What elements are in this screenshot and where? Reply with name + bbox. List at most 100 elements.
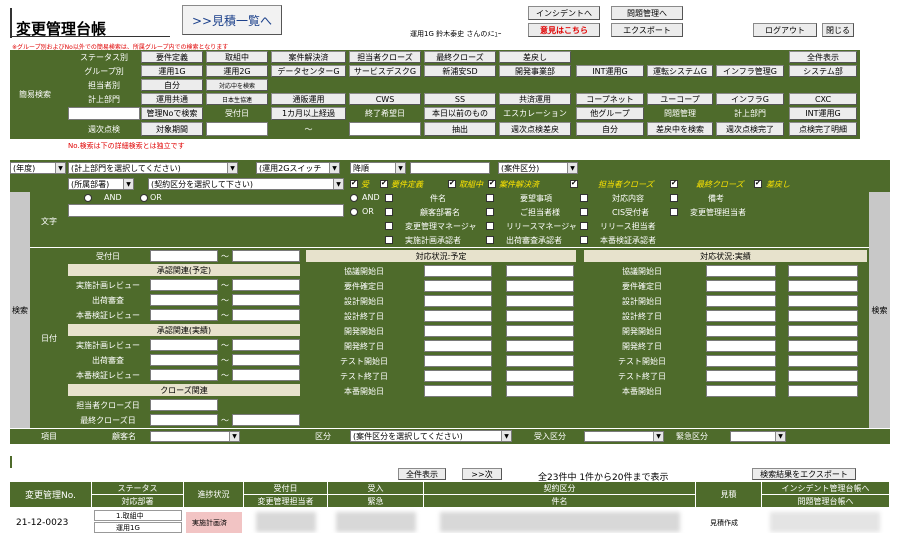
group-btn-ops1[interactable]: 運用1G: [141, 65, 203, 77]
final-close-from[interactable]: [150, 414, 218, 426]
group-btn-infra[interactable]: インフラ管理G: [716, 65, 784, 77]
plan-review-actual-to[interactable]: [232, 339, 300, 351]
review-done-detail-button[interactable]: 点検完了明細: [789, 122, 857, 136]
field-check-13[interactable]: [486, 236, 494, 244]
order-input[interactable]: [410, 162, 490, 174]
or-radio[interactable]: [140, 194, 148, 202]
year-select[interactable]: (年度) ▼: [10, 162, 66, 174]
other-group-button[interactable]: 他グループ: [576, 107, 644, 120]
field-check-3[interactable]: [580, 194, 588, 202]
status-btn-resolved[interactable]: 案件解決済: [271, 51, 346, 63]
actual-from-7[interactable]: [706, 370, 776, 382]
actual-from-3[interactable]: [706, 310, 776, 322]
status-btn-returned[interactable]: 差戻し: [499, 51, 571, 63]
actual-to-1[interactable]: [788, 280, 858, 292]
order-select[interactable]: 降順 ▼: [350, 162, 406, 174]
affiliation-select[interactable]: (所属部署) ▼: [68, 178, 134, 190]
planned-to-5[interactable]: [506, 340, 574, 352]
planned-to-3[interactable]: [506, 310, 574, 322]
assignee-self-button[interactable]: 自分: [141, 79, 203, 91]
dept-btn-coopnet[interactable]: コープネット: [576, 93, 644, 105]
actual-from-8[interactable]: [706, 385, 776, 397]
search-returned-button[interactable]: 差戻中を検索: [647, 122, 713, 136]
status-btn-assignee-close[interactable]: 担当者クローズ: [349, 51, 421, 63]
status-btn-requirements[interactable]: 要件定義: [141, 51, 203, 63]
planned-to-0[interactable]: [506, 265, 574, 277]
field-check-1[interactable]: [385, 194, 393, 202]
plan-review-actual-from[interactable]: [150, 339, 218, 351]
ship-review-actual-to[interactable]: [232, 354, 300, 366]
field-check-11[interactable]: [580, 222, 588, 230]
dept-btn-cxc[interactable]: CXC: [789, 93, 857, 105]
dept-btn-kyosai[interactable]: 共済運用: [499, 93, 571, 105]
logout-button[interactable]: ログアウト: [753, 23, 817, 37]
field-check-9[interactable]: [385, 222, 393, 230]
show-all-button[interactable]: 全件表示: [789, 51, 857, 63]
results-export-button[interactable]: 検索結果をエクスポート: [752, 468, 856, 480]
target-period-button[interactable]: 対象期間: [141, 122, 203, 136]
planned-from-4[interactable]: [424, 325, 492, 337]
incident-button[interactable]: インシデントへ: [528, 6, 600, 20]
ship-review-from[interactable]: [150, 294, 218, 306]
prod-review-actual-to[interactable]: [232, 369, 300, 381]
dept-select[interactable]: (計上部門を選択してください) ▼: [68, 162, 238, 174]
actual-from-4[interactable]: [706, 325, 776, 337]
weekly-done-button[interactable]: 週次点検完了: [716, 122, 784, 136]
actual-to-2[interactable]: [788, 295, 858, 307]
receive-type-select[interactable]: ▼: [584, 431, 664, 442]
planned-to-6[interactable]: [506, 355, 574, 367]
field-check-10[interactable]: [486, 222, 494, 230]
group-btn-datacenter[interactable]: データセンターG: [271, 65, 346, 77]
planned-from-3[interactable]: [424, 310, 492, 322]
self-button-2[interactable]: 自分: [576, 122, 644, 136]
check-in-progress[interactable]: [448, 179, 456, 188]
weekly-review-return-button[interactable]: 週次点検差戻: [499, 122, 571, 136]
actual-to-0[interactable]: [788, 265, 858, 277]
field-check-2[interactable]: [486, 194, 494, 202]
dept-btn-jccu[interactable]: 日本生協連: [206, 93, 268, 105]
actual-to-4[interactable]: [788, 325, 858, 337]
export-button[interactable]: エクスポート: [611, 23, 683, 37]
contract-select[interactable]: (契約区分を選択して下さい) ▼: [148, 178, 344, 190]
received-to-input[interactable]: [232, 250, 300, 262]
actual-from-0[interactable]: [706, 265, 776, 277]
mgmt-no-input[interactable]: [68, 107, 140, 120]
group-btn-tsuhan[interactable]: 運転システムG: [647, 65, 713, 77]
period-end-input[interactable]: [349, 122, 421, 136]
opinion-button[interactable]: 意見はこちら: [528, 23, 600, 37]
actual-from-5[interactable]: [706, 340, 776, 352]
plan-review-to[interactable]: [232, 279, 300, 291]
group-btn-int[interactable]: INT運用G: [576, 65, 644, 77]
before-today-button[interactable]: 本日以前のもの: [424, 107, 496, 120]
check-received[interactable]: [350, 179, 358, 188]
actual-from-6[interactable]: [706, 355, 776, 367]
prod-review-from[interactable]: [150, 309, 218, 321]
field-check-12[interactable]: [385, 236, 393, 244]
results-next-button[interactable]: >>次: [462, 468, 502, 480]
actual-to-6[interactable]: [788, 355, 858, 367]
actual-to-7[interactable]: [788, 370, 858, 382]
check-returned[interactable]: [754, 179, 762, 188]
field-check-8[interactable]: [670, 208, 678, 216]
dept-btn-infra[interactable]: インフラG: [716, 93, 784, 105]
check-resolved[interactable]: [488, 179, 496, 188]
group-btn-ops2[interactable]: 運用2G: [206, 65, 268, 77]
planned-from-1[interactable]: [424, 280, 492, 292]
planned-from-6[interactable]: [424, 355, 492, 367]
status-btn-final-close[interactable]: 最終クローズ: [424, 51, 496, 63]
dept-btn-cws[interactable]: CWS: [349, 93, 421, 105]
or-radio-2[interactable]: [350, 208, 358, 216]
dept-btn-ucoop[interactable]: ユーコープ: [647, 93, 713, 105]
actual-from-2[interactable]: [706, 295, 776, 307]
actual-to-5[interactable]: [788, 340, 858, 352]
planned-from-2[interactable]: [424, 295, 492, 307]
keyword-input[interactable]: [68, 204, 344, 217]
row-estimate[interactable]: 見積作成: [710, 518, 738, 528]
period-start-input[interactable]: [206, 122, 268, 136]
extract-button[interactable]: 抽出: [424, 122, 496, 136]
field-check-7[interactable]: [580, 208, 588, 216]
group-btn-dev[interactable]: 開発事業部: [499, 65, 571, 77]
int-ops-button[interactable]: INT運用G: [789, 107, 857, 120]
planned-to-4[interactable]: [506, 325, 574, 337]
ship-review-to[interactable]: [232, 294, 300, 306]
